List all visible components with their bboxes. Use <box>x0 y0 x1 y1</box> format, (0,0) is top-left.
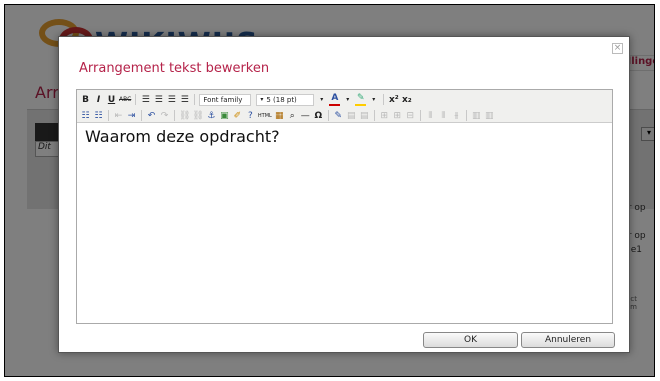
font-family-select[interactable]: Font family <box>199 93 252 106</box>
toolbar-row-2: ☷ ☷ ⇤ ⇥ ↶ ↷ ⛓ ⛓ ⚓ ▣ ✐ ? HTML ▦ ⌕ — Ω ✎ ▤… <box>80 108 609 123</box>
split-cells-icon[interactable]: ▥ <box>484 109 495 122</box>
toolbar-separator <box>194 94 196 105</box>
row-after-icon[interactable]: ⊞ <box>392 109 403 122</box>
image-icon[interactable]: ▣ <box>219 109 230 122</box>
chevron-down-icon[interactable]: ▾ <box>316 93 327 106</box>
dialog-title: Arrangement tekst bewerken <box>79 61 270 76</box>
bullet-list-icon[interactable]: ☷ <box>80 109 91 122</box>
chevron-down-icon: ▾ <box>260 96 264 103</box>
media-icon[interactable]: ▦ <box>274 109 285 122</box>
special-char-icon[interactable]: Ω <box>313 109 324 122</box>
toolbar-separator <box>373 110 375 121</box>
chevron-down-icon[interactable]: ▾ <box>368 93 379 106</box>
font-size-label: 5 (18 pt) <box>266 95 297 104</box>
search-icon[interactable]: ⌕ <box>287 109 298 122</box>
edit-icon[interactable]: ✎ <box>333 109 344 122</box>
highlight-color-icon[interactable]: ✎ <box>355 93 367 106</box>
text-color-icon[interactable]: A <box>329 93 341 106</box>
table-props-icon[interactable]: ▤ <box>359 109 370 122</box>
subscript-button[interactable]: x₂ <box>401 93 412 106</box>
toolbar-separator <box>327 110 329 121</box>
strikethrough-button[interactable]: ABC <box>119 93 131 106</box>
horizontal-rule-icon[interactable]: — <box>300 109 311 122</box>
editor-content[interactable]: Waarom deze opdracht? <box>77 123 612 150</box>
delete-row-icon[interactable]: ⊟ <box>405 109 416 122</box>
toolbar-separator <box>383 94 385 105</box>
link-icon[interactable]: ⛓ <box>179 109 190 122</box>
edit-text-dialog: × Arrangement tekst bewerken B I U ABC ☰… <box>58 36 630 353</box>
cancel-button[interactable]: Annuleren <box>521 332 615 348</box>
delete-col-icon[interactable]: ⫵ <box>451 109 462 122</box>
italic-button[interactable]: I <box>93 93 104 106</box>
chevron-down-icon[interactable]: ▾ <box>342 93 353 106</box>
outdent-icon[interactable]: ⇤ <box>113 109 124 122</box>
font-size-select[interactable]: ▾ 5 (18 pt) <box>256 93 315 106</box>
toolbar-row-1: B I U ABC ☰ ☰ ☰ ☰ Font family ▾ 5 (18 pt)… <box>80 92 609 107</box>
rich-text-editor: B I U ABC ☰ ☰ ☰ ☰ Font family ▾ 5 (18 pt)… <box>76 89 613 324</box>
bold-button[interactable]: B <box>80 93 91 106</box>
unlink-icon[interactable]: ⛓ <box>192 109 203 122</box>
undo-icon[interactable]: ↶ <box>146 109 157 122</box>
font-family-label: Font family <box>203 95 243 104</box>
align-justify-icon[interactable]: ☰ <box>179 93 190 106</box>
ok-button[interactable]: OK <box>423 332 518 348</box>
screenshot-frame: WIKIWIJS ellinge Arra Dit ▾ en ver op ve… <box>4 4 655 377</box>
col-after-icon[interactable]: ⫴ <box>438 109 449 122</box>
indent-icon[interactable]: ⇥ <box>126 109 137 122</box>
col-before-icon[interactable]: ⫴ <box>425 109 436 122</box>
anchor-icon[interactable]: ⚓ <box>206 109 217 122</box>
align-center-icon[interactable]: ☰ <box>153 93 164 106</box>
underline-button[interactable]: U <box>106 93 117 106</box>
row-before-icon[interactable]: ⊞ <box>379 109 390 122</box>
numbered-list-icon[interactable]: ☷ <box>93 109 104 122</box>
toolbar-separator <box>141 110 142 121</box>
superscript-button[interactable]: x² <box>388 93 399 106</box>
editor-toolbar: B I U ABC ☰ ☰ ☰ ☰ Font family ▾ 5 (18 pt)… <box>77 90 612 123</box>
cleanup-icon[interactable]: ✐ <box>232 109 243 122</box>
html-source-icon[interactable]: HTML <box>258 109 272 122</box>
table-icon[interactable]: ▤ <box>346 109 357 122</box>
toolbar-separator <box>135 94 137 105</box>
align-right-icon[interactable]: ☰ <box>166 93 177 106</box>
merge-cells-icon[interactable]: ▥ <box>471 109 482 122</box>
redo-icon[interactable]: ↷ <box>159 109 170 122</box>
toolbar-separator <box>419 110 421 121</box>
toolbar-separator <box>465 110 467 121</box>
help-icon[interactable]: ? <box>245 109 256 122</box>
toolbar-separator <box>108 110 109 121</box>
close-icon[interactable]: × <box>612 43 623 54</box>
toolbar-separator <box>174 110 175 121</box>
align-left-icon[interactable]: ☰ <box>140 93 151 106</box>
